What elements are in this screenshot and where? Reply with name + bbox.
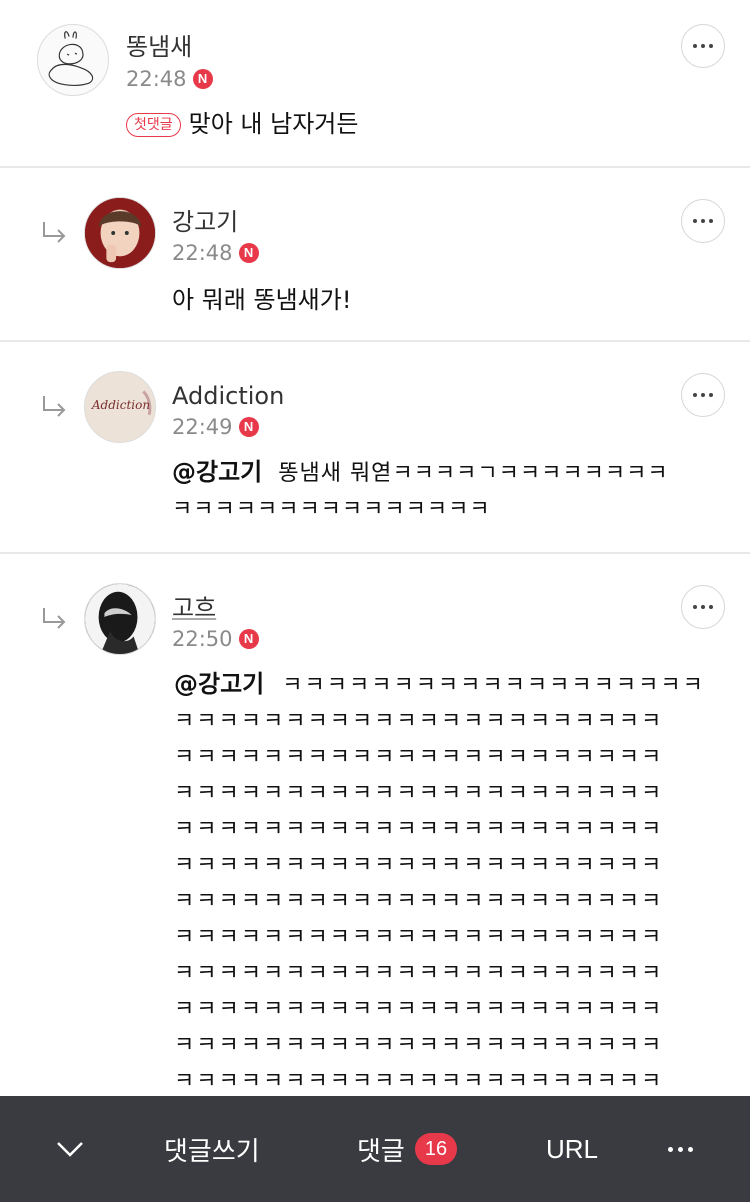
text-line: ㅋㅋㅋㅋㅋㅋㅋㅋㅋㅋㅋㅋㅋㅋㅋㅋㅋㅋㅋㅋㅋㅋ: [174, 1069, 664, 1094]
bottom-toolbar: 댓글쓰기 댓글 16 URL: [0, 1096, 750, 1202]
text-line: ㅋㅋㅋㅋㅋㅋㅋㅋㅋㅋㅋㅋㅋㅋㅋㅋㅋㅋㅋㅋㅋㅋ: [174, 1033, 664, 1058]
text-line: 똥냄새 뭐엳ㅋㅋㅋㅋㄱㅋㅋㅋㅋㅋㅋㅋㅋ: [278, 461, 669, 486]
author-name[interactable]: 고흐: [172, 594, 216, 622]
collapse-button[interactable]: [56, 1096, 86, 1202]
more-options-button[interactable]: [681, 24, 725, 68]
chevron-down-icon: [57, 1142, 83, 1157]
comment-text: 맞아 내 남자거든: [188, 110, 359, 138]
avatar[interactable]: Addiction: [84, 371, 156, 443]
avatar-logo-text: Addiction: [91, 398, 151, 412]
comment-text: 아 뭐래 똥냄새가!: [172, 286, 352, 314]
reply-arrow-icon: [43, 222, 66, 243]
text-line: ㅋㅋㅋㅋㅋㅋㅋㅋㅋㅋㅋㅋㅋㅋㅋㅋㅋㅋㅋㅋㅋㅋ: [174, 781, 664, 806]
timestamp: 22:48 N: [172, 240, 259, 266]
more-options-icon: [693, 44, 697, 48]
more-options-icon: [693, 605, 697, 609]
author-name[interactable]: 똥냄새: [126, 33, 192, 61]
timestamp: 22:50 N: [172, 626, 259, 652]
time-text: 22:48: [172, 241, 233, 265]
text-line: ㅋㅋㅋㅋㅋㅋㅋㅋㅋㅋㅋㅋㅋㅋㅋㅋㅋㅋㅋㅋㅋㅋ: [174, 853, 664, 878]
time-text: 22:50: [172, 627, 233, 651]
text-line: ㅋㅋㅋㅋㅋㅋㅋㅋㅋㅋㅋㅋㅋㅋㅋㅋㅋㅋㅋㅋㅋㅋ: [174, 997, 664, 1022]
comment-text: @강고기 ㅋㅋㅋㅋㅋㅋㅋㅋㅋㅋㅋㅋㅋㅋㅋㅋㅋㅋㅋ ㅋㅋㅋㅋㅋㅋㅋㅋㅋㅋㅋㅋㅋㅋㅋㅋ…: [174, 666, 714, 1100]
new-badge: N: [238, 417, 259, 437]
author-name[interactable]: Addiction: [172, 382, 284, 410]
profile-photo-icon: [85, 584, 155, 654]
url-label: URL: [546, 1133, 599, 1164]
comment-4: 고흐 22:50 N @강고기 ㅋㅋㅋㅋㅋㅋㅋㅋㅋㅋㅋㅋㅋㅋㅋㅋㅋㅋㅋ ㅋㅋㅋㅋㅋ…: [0, 554, 750, 1114]
comment-2: 강고기 22:48 N 아 뭐래 똥냄새가!: [0, 168, 750, 342]
text-line: ㅋㅋㅋㅋㅋㅋㅋㅋㅋㅋㅋㅋㅋㅋㅋㅋㅋㅋㅋㅋㅋㅋ: [174, 961, 664, 986]
more-options-icon: [693, 393, 697, 397]
avatar[interactable]: [84, 197, 156, 269]
new-badge: N: [238, 243, 259, 263]
comments-label: 댓글: [357, 1136, 405, 1167]
more-options-button[interactable]: [681, 199, 725, 243]
text-line: ㅋㅋㅋㅋㅋㅋㅋㅋㅋㅋㅋㅋㅋㅋㅋㅋㅋㅋㅋㅋㅋㅋ: [174, 925, 664, 950]
comment-text: @강고기 똥냄새 뭐엳ㅋㅋㅋㅋㄱㅋㅋㅋㅋㅋㅋㅋㅋ ㅋㅋㅋㅋㅋㅋㅋㅋㅋㅋㅋㅋㅋㅋㅋ: [172, 454, 712, 528]
url-button[interactable]: URL: [546, 1096, 598, 1202]
new-badge: N: [192, 69, 213, 89]
text-line: ㅋㅋㅋㅋㅋㅋㅋㅋㅋㅋㅋㅋㅋㅋㅋㅋㅋㅋㅋ: [282, 673, 705, 698]
text-line: ㅋㅋㅋㅋㅋㅋㅋㅋㅋㅋㅋㅋㅋㅋㅋㅋㅋㅋㅋㅋㅋㅋ: [174, 745, 664, 770]
avatar[interactable]: [84, 583, 156, 655]
timestamp: 22:48 N: [126, 66, 213, 92]
text-line: ㅋㅋㅋㅋㅋㅋㅋㅋㅋㅋㅋㅋㅋㅋㅋㅋㅋㅋㅋㅋㅋㅋ: [174, 889, 664, 914]
comment-count-badge: 16: [414, 1133, 458, 1165]
more-options-button[interactable]: [681, 373, 725, 417]
timestamp: 22:49 N: [172, 414, 259, 440]
comment-text-row: 첫댓글 맞아 내 남자거든: [126, 106, 358, 142]
first-comment-badge: 첫댓글: [126, 113, 181, 137]
new-badge: N: [238, 629, 259, 649]
reply-arrow-icon: [43, 396, 66, 417]
more-options-icon: [668, 1146, 693, 1152]
rabbit-drawing-icon: [48, 31, 94, 86]
comment-1: 똥냄새 22:48 N 첫댓글 맞아 내 남자거든: [0, 0, 750, 168]
time-text: 22:49: [172, 415, 233, 439]
text-line: ㅋㅋㅋㅋㅋㅋㅋㅋㅋㅋㅋㅋㅋㅋㅋㅋㅋㅋㅋㅋㅋㅋ: [174, 709, 664, 734]
comments-button[interactable]: 댓글 16: [357, 1096, 458, 1202]
text-line: ㅋㅋㅋㅋㅋㅋㅋㅋㅋㅋㅋㅋㅋㅋㅋㅋㅋㅋㅋㅋㅋㅋ: [174, 817, 664, 842]
author-name[interactable]: 강고기: [172, 208, 238, 236]
text-line: ㅋㅋㅋㅋㅋㅋㅋㅋㅋㅋㅋㅋㅋㅋㅋ: [172, 497, 491, 522]
more-menu-button[interactable]: [668, 1096, 693, 1202]
more-options-icon: [693, 219, 697, 223]
write-comment-label: 댓글쓰기: [164, 1136, 260, 1167]
write-comment-button[interactable]: 댓글쓰기: [164, 1096, 260, 1202]
more-options-button[interactable]: [681, 585, 725, 629]
time-text: 22:48: [126, 67, 187, 91]
mention-link[interactable]: @강고기: [172, 458, 262, 486]
mention-link[interactable]: @강고기: [174, 670, 264, 698]
avatar[interactable]: [37, 24, 109, 96]
profile-photo-icon: [85, 198, 155, 268]
reply-arrow-icon: [43, 608, 66, 629]
comment-3: Addiction Addiction 22:49 N @강고기 똥냄새 뭐엳ㅋㅋ…: [0, 342, 750, 554]
